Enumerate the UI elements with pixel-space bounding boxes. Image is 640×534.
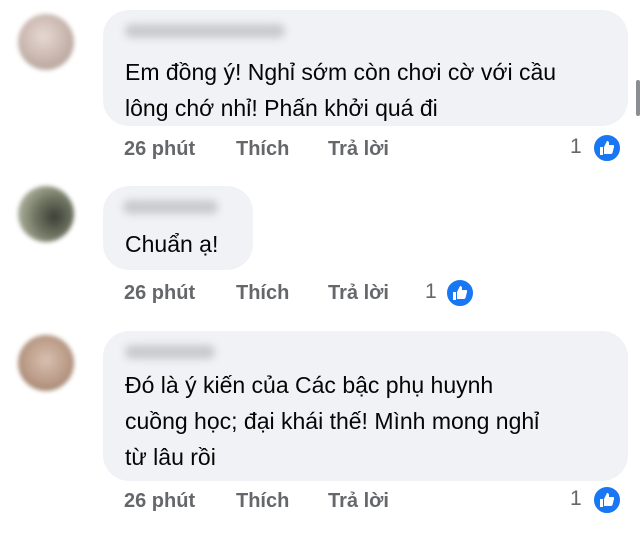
comment-text-line: Em đồng ý! Nghỉ sớm còn chơi cờ với cầu (125, 59, 557, 85)
reply-button[interactable]: Trả lời (328, 490, 389, 513)
reply-button[interactable]: Trả lời (328, 282, 389, 305)
like-thumb-icon (592, 133, 622, 163)
timestamp[interactable]: 26 phút (124, 490, 195, 513)
like-button[interactable]: Thích (236, 282, 289, 305)
comment-bubble: Đó là ý kiến của Các bậc phụ huynh cuồng… (103, 331, 628, 481)
author-name[interactable] (125, 345, 215, 359)
like-button[interactable]: Thích (236, 138, 289, 161)
comment: Em đồng ý! Nghỉ sớm còn chơi cờ với cầu … (0, 0, 640, 175)
reaction-summary[interactable]: 1 (425, 278, 485, 308)
reaction-summary[interactable]: 1 (570, 133, 630, 163)
comment: Chuẩn ạ! 26 phút Thích Trả lời 1 (0, 175, 640, 315)
like-thumb-icon (445, 278, 475, 308)
author-name[interactable] (125, 24, 285, 38)
comment-text-line: Đó là ý kiến của Các bậc phụ huynh (125, 372, 494, 398)
reaction-count: 1 (570, 487, 582, 510)
like-button[interactable]: Thích (236, 490, 289, 513)
comment-text-line: từ lâu rồi (125, 444, 216, 470)
reaction-count: 1 (425, 280, 437, 303)
comment-bubble: Chuẩn ạ! (103, 186, 253, 270)
reaction-count: 1 (570, 135, 582, 158)
reaction-summary[interactable]: 1 (570, 485, 630, 515)
avatar[interactable] (18, 335, 74, 391)
comment-text-line: cuồng học; đại khái thế! Mình mong nghỉ (125, 408, 540, 434)
author-name[interactable] (123, 200, 218, 214)
timestamp[interactable]: 26 phút (124, 282, 195, 305)
comment-bubble: Em đồng ý! Nghỉ sớm còn chơi cờ với cầu … (103, 10, 628, 126)
comment-text-line: lông chớ nhỉ! Phấn khởi quá đi (125, 95, 438, 121)
scrollbar[interactable] (636, 80, 640, 116)
comment: Đó là ý kiến của Các bậc phụ huynh cuồng… (0, 315, 640, 534)
avatar[interactable] (18, 186, 74, 242)
timestamp[interactable]: 26 phút (124, 138, 195, 161)
avatar[interactable] (18, 14, 74, 70)
reply-button[interactable]: Trả lời (328, 138, 389, 161)
comment-text-line: Chuẩn ạ! (125, 231, 219, 257)
like-thumb-icon (592, 485, 622, 515)
